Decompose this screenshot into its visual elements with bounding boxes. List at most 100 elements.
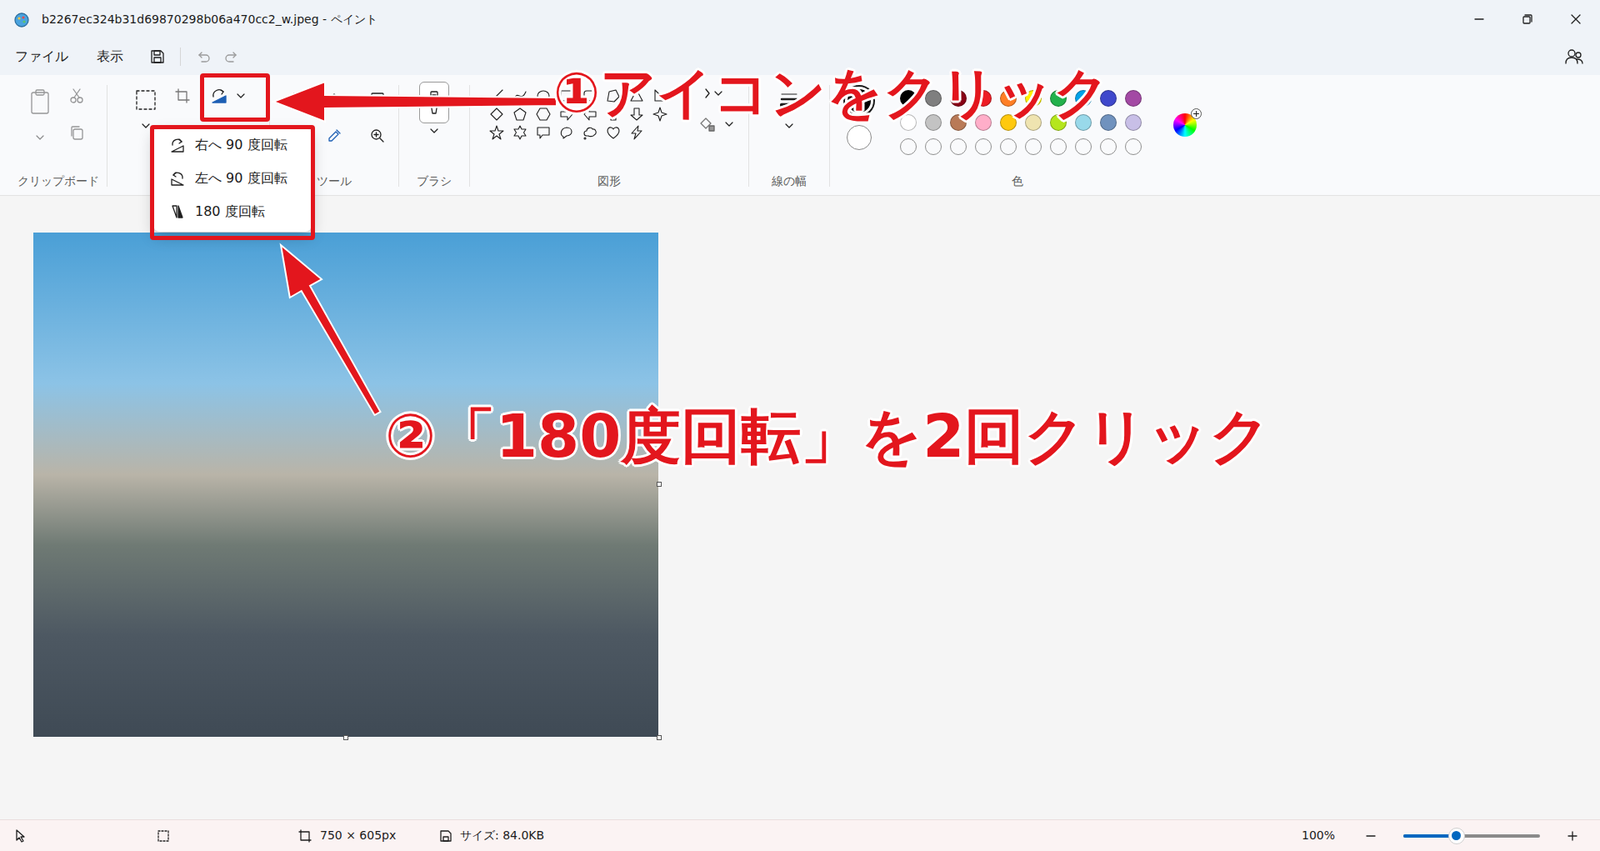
edit-colors-icon[interactable] [1173,113,1197,137]
rotate-left-icon [170,170,185,186]
brush-group: ブラシ [400,75,468,195]
disk-icon [440,830,452,842]
chevron-down-icon [35,135,45,140]
undo-button[interactable] [189,42,218,71]
rotate-button[interactable] [205,81,234,110]
custom-color-slot[interactable] [975,138,992,155]
crop-button[interactable] [168,81,197,110]
fill-button[interactable] [320,85,349,114]
photo[interactable] [33,232,659,737]
rotate-menu-item[interactable]: 左へ 90 度回転 [153,161,312,195]
oval-callout-icon [559,125,575,140]
group-label: ブラシ [416,172,452,195]
select-button[interactable] [131,81,160,119]
annotation-text: ②「180度回転」を2回クリック [385,403,1271,470]
account-button[interactable] [1560,42,1589,71]
brush-button[interactable] [420,88,449,117]
magnifier-button[interactable] [363,121,392,150]
shape-option[interactable] [535,125,551,140]
annotation-text: ①アイコンをクリック [553,63,1110,125]
save-icon [150,49,165,65]
minus-icon [1365,830,1377,842]
chevron-down-icon [785,123,794,129]
redo-button[interactable] [217,42,246,71]
minimize-button[interactable] [1455,0,1504,39]
paint-window: b2267ec324b31d69870298b06a470cc2_w.jpeg … [0,0,1600,851]
zoom-out-button[interactable] [1356,821,1385,850]
zoom-slider[interactable] [1403,834,1540,838]
group-label: クリップボード [17,172,100,195]
shape-option[interactable] [489,106,505,122]
selection-size-icon [156,829,170,843]
menu-item-label: 右へ 90 度回転 [195,135,288,155]
copy-icon [69,125,85,140]
custom-color-slot[interactable] [1125,138,1142,155]
zoom-in-button[interactable] [1558,821,1587,850]
menu-item[interactable]: 表示 [88,41,132,72]
window-title: b2267ec324b31d69870298b06a470cc2_w.jpeg … [41,10,378,29]
shape-option[interactable] [512,106,528,122]
shape-option[interactable] [535,88,551,104]
oval-icon [535,88,551,104]
copy-button[interactable] [62,118,91,147]
close-icon [1570,14,1581,25]
account-icon [1565,47,1584,66]
group-label: 線の幅 [771,172,807,195]
shape-option[interactable] [629,125,645,140]
menu-item-label: 180 度回転 [195,201,265,222]
restore-button[interactable] [1503,0,1552,39]
star-six-icon [512,125,528,140]
shape-option[interactable] [535,106,551,122]
shape-option[interactable] [489,88,505,104]
shape-option[interactable] [605,125,621,140]
shape-option[interactable] [512,125,528,140]
save-button[interactable] [143,42,172,71]
title-bar: b2267ec324b31d69870298b06a470cc2_w.jpeg … [0,0,1600,39]
shape-option[interactable] [512,88,528,104]
menu-item-label: 左へ 90 度回転 [195,168,288,189]
custom-color-slot[interactable] [1025,138,1042,155]
resize-handle[interactable] [656,481,662,487]
custom-color-slot[interactable] [1075,138,1092,155]
custom-color-slot[interactable] [1000,138,1017,155]
custom-color-slot[interactable] [950,138,967,155]
custom-color-slot[interactable] [900,138,917,155]
secondary-color[interactable] [846,125,872,150]
diamond-icon [489,106,505,122]
resize-handle[interactable] [343,735,349,740]
crop-icon [175,88,190,104]
text-button[interactable] [363,85,392,114]
rotate-menu-item[interactable]: 右へ 90 度回転 [153,128,312,162]
group-label: 図形 [597,172,621,195]
zoom-thumb[interactable] [1448,827,1465,845]
status-bar: 750 × 605px サイズ: 84.0KB 100% [0,819,1600,851]
menu-item[interactable]: ファイル [6,41,77,72]
paste-button[interactable] [25,81,55,122]
image-dimensions: 750 × 605px [320,826,396,845]
rotate-icon [210,87,228,105]
shape-option[interactable] [582,125,598,140]
brush-icon [426,90,442,115]
rotate-right-icon [170,137,185,153]
canvas-size-icon [298,829,312,843]
arrow-icon [280,245,381,415]
resize-handle[interactable] [656,735,662,740]
pentagon-icon [512,106,528,122]
restore-icon [1522,14,1533,25]
rotate-menu-item[interactable]: 180 度回転 [153,195,312,229]
color-picker-button[interactable] [320,121,349,150]
custom-color-slot[interactable] [925,138,942,155]
palette-swatch[interactable] [1125,114,1142,131]
shape-option[interactable] [559,125,575,140]
rotate-menu: 右へ 90 度回転左へ 90 度回転 180 度回転 [153,128,312,232]
rect-callout-icon [535,125,551,140]
palette-swatch[interactable] [1125,90,1142,107]
shape-option[interactable] [489,125,505,140]
heart-icon [605,125,621,140]
custom-color-slot[interactable] [1100,138,1117,155]
cloud-callout-icon [582,125,598,140]
pencil-button[interactable] [276,85,305,114]
cut-button[interactable] [62,81,91,110]
close-button[interactable] [1551,0,1600,39]
custom-color-slot[interactable] [1050,138,1067,155]
